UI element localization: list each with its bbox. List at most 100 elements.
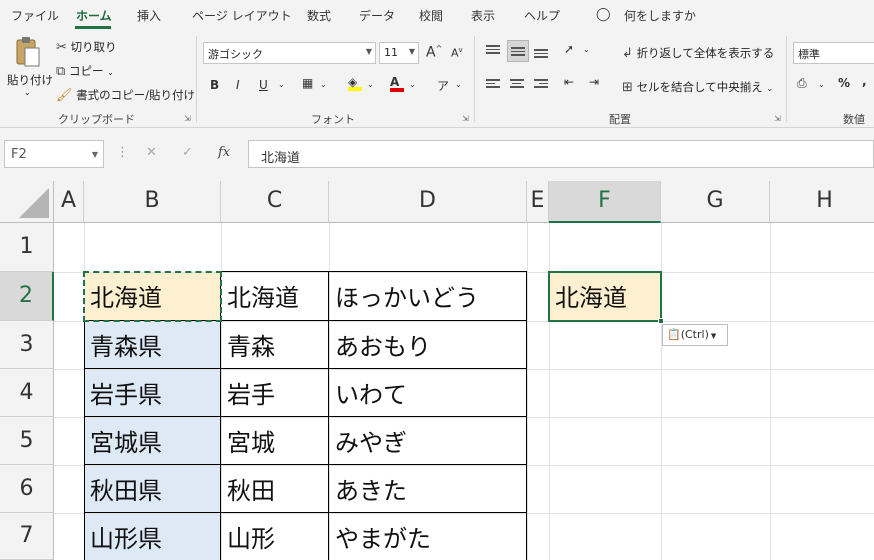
wrap-text-icon: ↲ <box>622 46 633 61</box>
row-header-3[interactable]: 3 <box>0 321 54 369</box>
alignment-launcher-icon[interactable]: ⇲ <box>774 114 781 123</box>
column-header-a[interactable]: A <box>54 181 84 223</box>
column-header-c[interactable]: C <box>221 181 329 223</box>
tab-insert[interactable]: 挿入 <box>137 7 161 24</box>
currency-dropdown-icon[interactable]: ⌄ <box>818 80 825 89</box>
align-center-icon[interactable] <box>510 77 524 91</box>
paste-button[interactable]: 貼り付け <box>7 72 53 88</box>
tab-review[interactable]: 校閲 <box>419 7 443 24</box>
column-header-d[interactable]: D <box>329 181 527 223</box>
decrease-indent-icon[interactable]: ⇤ <box>564 75 574 89</box>
clipboard-icon: 📋 <box>667 328 681 341</box>
tab-file[interactable]: ファイル <box>11 7 59 24</box>
comma-button[interactable]: , <box>862 74 867 88</box>
phonetic-icon[interactable]: ア <box>437 77 449 94</box>
table-border <box>84 464 527 465</box>
chevron-down-icon: ▼ <box>408 47 415 56</box>
clipboard-launcher-icon[interactable]: ⇲ <box>184 114 191 123</box>
tab-view[interactable]: 表示 <box>471 7 495 24</box>
tab-help[interactable]: ヘルプ <box>524 7 560 24</box>
increase-indent-icon[interactable]: ⇥ <box>589 75 599 89</box>
cell-c5[interactable]: 宮城 <box>221 423 275 458</box>
scissors-icon: ✂ <box>56 40 67 55</box>
tab-home[interactable]: ホーム <box>76 7 112 24</box>
align-top-icon[interactable] <box>486 43 500 57</box>
row-header-4[interactable]: 4 <box>0 369 54 417</box>
copy-button[interactable]: ⧉ コピー ⌄ <box>56 63 114 79</box>
cell-b4[interactable]: 岩手県 <box>84 375 162 410</box>
row-header-1[interactable]: 1 <box>0 223 54 272</box>
cell-c3[interactable]: 青森 <box>221 327 275 362</box>
grow-font-button[interactable]: A^ <box>426 44 442 61</box>
cut-button[interactable]: ✂ 切り取り <box>56 39 117 55</box>
tab-page-layout[interactable]: ページ レイアウト <box>192 7 292 24</box>
column-header-e[interactable]: E <box>527 181 549 223</box>
row-header-5[interactable]: 5 <box>0 417 54 465</box>
borders-icon[interactable]: ▦ <box>302 76 313 90</box>
align-bottom-icon[interactable] <box>534 47 548 61</box>
cell-c6[interactable]: 秋田 <box>221 471 275 506</box>
cell-d6[interactable]: あきた <box>329 471 407 506</box>
cell-c7[interactable]: 山形 <box>221 519 275 554</box>
cell-d4[interactable]: いわて <box>329 375 407 410</box>
font-launcher-icon[interactable]: ⇲ <box>462 114 469 123</box>
format-painter-button[interactable]: 🖌 書式のコピー/貼り付け <box>56 87 195 103</box>
name-box[interactable]: F2 ▼ <box>4 140 104 168</box>
wrap-text-button[interactable]: ↲ 折り返して全体を表示する <box>622 45 774 61</box>
shrink-font-button[interactable]: Av <box>451 46 463 60</box>
align-right-icon[interactable] <box>534 77 548 91</box>
cell-b3[interactable]: 青森県 <box>84 327 162 362</box>
cell-d5[interactable]: みやぎ <box>329 423 407 458</box>
column-header-f[interactable]: F <box>549 181 661 223</box>
cell-d3[interactable]: あおもり <box>329 327 431 362</box>
column-header-g[interactable]: G <box>661 181 770 223</box>
cell-d7[interactable]: やまがた <box>329 519 431 554</box>
italic-button[interactable]: I <box>236 78 240 92</box>
font-color-button[interactable]: A <box>390 75 404 92</box>
enter-icon[interactable]: ✓ <box>182 145 193 160</box>
table-border <box>84 368 527 369</box>
cell-b7[interactable]: 山形県 <box>84 519 162 554</box>
cell-c2[interactable]: 北海道 <box>221 278 299 313</box>
align-left-icon[interactable] <box>486 77 500 91</box>
cell-b2[interactable]: 北海道 <box>84 278 162 313</box>
paste-icon[interactable] <box>14 36 42 68</box>
underline-button[interactable]: U <box>259 78 268 92</box>
orientation-dropdown-icon[interactable]: ⌄ <box>583 45 590 54</box>
tell-me-search[interactable]: 何をしますか <box>624 7 696 24</box>
cell-f2[interactable]: 北海道 <box>549 278 627 313</box>
divider <box>196 36 197 122</box>
select-all-corner[interactable] <box>0 181 54 223</box>
cell-b5[interactable]: 宮城県 <box>84 423 162 458</box>
row-header-2[interactable]: 2 <box>0 272 54 321</box>
paste-dropdown-icon[interactable]: ⌄ <box>24 88 31 97</box>
tab-data[interactable]: データ <box>359 7 395 24</box>
row-header-6[interactable]: 6 <box>0 465 54 513</box>
cell-c4[interactable]: 岩手 <box>221 375 275 410</box>
column-header-b[interactable]: B <box>84 181 221 223</box>
percent-button[interactable]: % <box>838 76 850 90</box>
insert-function-button[interactable]: fx <box>218 145 230 160</box>
phonetic-dropdown-icon[interactable]: ⌄ <box>455 80 462 89</box>
formula-input[interactable]: 北海道 <box>248 140 874 168</box>
bold-button[interactable]: B <box>210 78 219 92</box>
fill-dropdown-icon[interactable]: ⌄ <box>367 80 374 89</box>
underline-dropdown-icon[interactable]: ⌄ <box>278 80 285 89</box>
align-middle-icon[interactable] <box>511 45 525 59</box>
paste-options-button[interactable]: 📋(Ctrl) ▼ <box>662 324 728 346</box>
font-color-dropdown-icon[interactable]: ⌄ <box>409 80 416 89</box>
column-header-h[interactable]: H <box>770 181 874 223</box>
currency-icon[interactable]: ⎙ <box>797 76 807 91</box>
orientation-icon[interactable]: ➚ <box>564 42 574 56</box>
borders-dropdown-icon[interactable]: ⌄ <box>320 80 327 89</box>
number-format-combo[interactable]: 標準 <box>793 42 874 64</box>
cancel-icon[interactable]: ✕ <box>146 145 157 160</box>
cell-b6[interactable]: 秋田県 <box>84 471 162 506</box>
row-header-7[interactable]: 7 <box>0 513 54 560</box>
merge-center-button[interactable]: ⊞ セルを結合して中央揃え ⌄ <box>622 79 773 95</box>
font-size-combo[interactable]: 11 ▼ <box>379 42 419 64</box>
fill-color-icon[interactable]: ◈ <box>348 75 362 91</box>
font-name-combo[interactable]: 游ゴシック ▼ <box>203 42 376 64</box>
cell-d2[interactable]: ほっかいどう <box>329 278 479 313</box>
tab-formulas[interactable]: 数式 <box>307 7 331 24</box>
